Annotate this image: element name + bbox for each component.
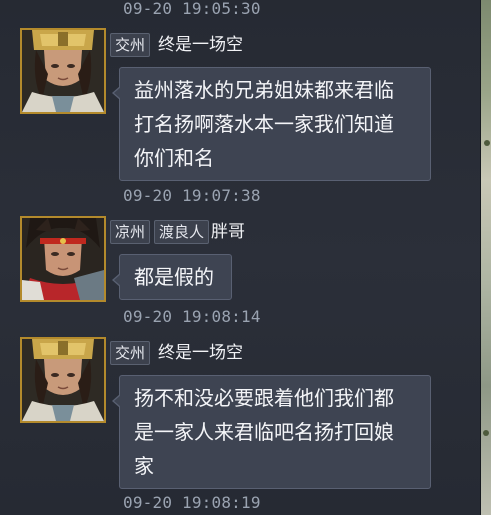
guild-tag[interactable]: 渡良人	[154, 220, 210, 244]
username[interactable]: 胖哥	[211, 221, 245, 243]
message-line: 是一家人来君临吧名扬打回娘	[134, 420, 394, 444]
player-avatar[interactable]	[20, 216, 106, 302]
warrior-red-headband-portrait-icon	[22, 218, 104, 300]
region-tag[interactable]: 交州	[110, 33, 151, 57]
message-timestamp: 09-20 19:07:38	[123, 186, 261, 205]
message-timestamp: 09-20 19:05:30	[123, 0, 261, 18]
message-bubble[interactable]: 都是假的	[112, 254, 232, 300]
chat-panel[interactable]: 09-20 19:05:30 交州 终是一场空 益州落水的兄弟姐妹都来君临 打名…	[0, 0, 480, 515]
message-line: 都是假的	[134, 265, 214, 289]
player-avatar[interactable]	[20, 337, 106, 423]
message-line: 扬不和没必要跟着他们我们都	[134, 386, 394, 410]
region-tag[interactable]: 交州	[110, 341, 151, 365]
message-line: 家	[134, 454, 154, 478]
message-header: 交州 终是一场空	[110, 341, 243, 365]
message-header: 交州 终是一场空	[110, 33, 243, 57]
message-bubble[interactable]: 益州落水的兄弟姐妹都来君临 打名扬啊落水本一家我们知道 你们和名	[112, 67, 431, 181]
message-header: 凉州 渡良人 胖哥	[110, 220, 245, 244]
world-map-edge	[480, 0, 491, 515]
map-marker-icon	[484, 140, 490, 146]
message-timestamp: 09-20 19:08:14	[123, 307, 261, 326]
message-line: 益州落水的兄弟姐妹都来君临	[134, 78, 394, 102]
username[interactable]: 终是一场空	[158, 342, 243, 364]
message-line: 打名扬啊落水本一家我们知道	[134, 112, 394, 136]
warrior-gold-crown-portrait-icon	[22, 30, 104, 112]
message-bubble[interactable]: 扬不和没必要跟着他们我们都 是一家人来君临吧名扬打回娘 家	[112, 375, 431, 489]
message-timestamp: 09-20 19:08:19	[123, 493, 261, 512]
message-line: 你们和名	[134, 146, 214, 170]
username[interactable]: 终是一场空	[158, 34, 243, 56]
warrior-gold-crown-portrait-icon	[22, 339, 104, 421]
region-tag[interactable]: 凉州	[110, 220, 151, 244]
player-avatar[interactable]	[20, 28, 106, 114]
map-marker-icon	[483, 430, 489, 436]
